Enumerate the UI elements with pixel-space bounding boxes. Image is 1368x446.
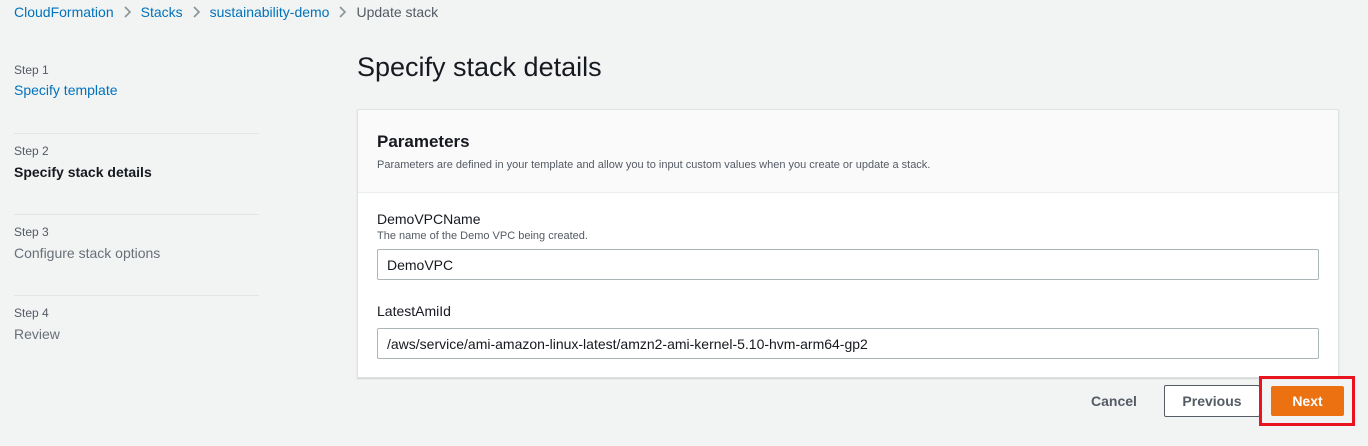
step-number: Step 2 bbox=[14, 144, 49, 158]
step-1: Step 1 Specify template bbox=[14, 53, 259, 134]
step-3: Step 3 Configure stack options bbox=[14, 215, 259, 296]
step-title-review: Review bbox=[14, 326, 60, 342]
parameters-title: Parameters bbox=[377, 132, 470, 151]
chevron-right-icon bbox=[338, 6, 347, 18]
field-label: DemoVPCName bbox=[377, 211, 481, 227]
field-label: LatestAmiId bbox=[377, 303, 451, 319]
step-4: Step 4 Review bbox=[14, 296, 259, 377]
breadcrumb-stacks[interactable]: Stacks bbox=[141, 4, 183, 20]
field-demo-vpc-name: DemoVPCName The name of the Demo VPC bei… bbox=[377, 211, 1320, 280]
breadcrumb-cloudformation[interactable]: CloudFormation bbox=[14, 4, 114, 20]
chevron-right-icon bbox=[192, 6, 201, 18]
field-description: The name of the Demo VPC being created. bbox=[377, 230, 588, 242]
breadcrumb: CloudFormation Stacks sustainability-dem… bbox=[14, 3, 438, 21]
chevron-right-icon bbox=[123, 6, 132, 18]
latest-ami-id-input[interactable]: /aws/service/ami-amazon-linux-latest/amz… bbox=[377, 328, 1319, 359]
step-title-configure-options: Configure stack options bbox=[14, 245, 161, 261]
parameters-header: Parameters Parameters are defined in you… bbox=[358, 110, 1338, 193]
parameters-container: Parameters Parameters are defined in you… bbox=[357, 109, 1339, 378]
next-button[interactable]: Next bbox=[1271, 386, 1344, 416]
highlight-box: Next bbox=[1259, 376, 1355, 426]
step-link-specify-template[interactable]: Specify template bbox=[14, 82, 118, 98]
step-number: Step 1 bbox=[14, 63, 49, 77]
breadcrumb-stack-name[interactable]: sustainability-demo bbox=[210, 4, 330, 20]
wizard-steps: Step 1 Specify template Step 2 Specify s… bbox=[14, 53, 259, 377]
field-latest-ami-id: LatestAmiId /aws/service/ami-amazon-linu… bbox=[377, 303, 1320, 359]
update-stack-page: CloudFormation Stacks sustainability-dem… bbox=[0, 0, 1368, 446]
step-number: Step 4 bbox=[14, 306, 49, 320]
page-title: Specify stack details bbox=[357, 52, 602, 82]
previous-button[interactable]: Previous bbox=[1164, 385, 1260, 417]
parameters-description: Parameters are defined in your template … bbox=[377, 159, 931, 171]
step-current-title: Specify stack details bbox=[14, 164, 152, 180]
step-2: Step 2 Specify stack details bbox=[14, 134, 259, 215]
demo-vpc-name-input[interactable]: DemoVPC bbox=[377, 249, 1319, 280]
step-number: Step 3 bbox=[14, 225, 49, 239]
cancel-button[interactable]: Cancel bbox=[1074, 385, 1154, 417]
breadcrumb-current: Update stack bbox=[356, 4, 439, 20]
